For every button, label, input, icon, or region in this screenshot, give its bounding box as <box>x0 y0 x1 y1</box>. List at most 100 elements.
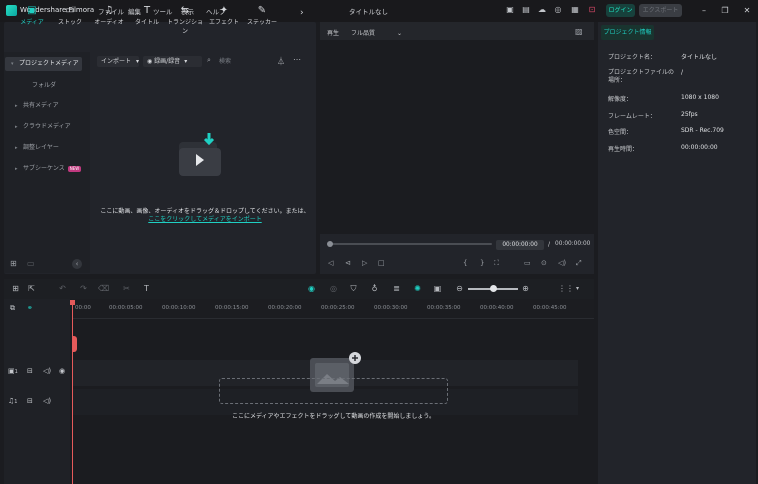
chevron-right-icon[interactable]: › <box>300 8 304 18</box>
record-label: 録画/録音 <box>154 58 181 65</box>
import-folder-icon[interactable] <box>176 130 224 178</box>
audio-track-icon: ♫1 <box>8 397 18 405</box>
collapse-sidebar-icon[interactable]: ‹ <box>72 259 82 269</box>
preview-area <box>320 40 594 234</box>
prev-frame-icon[interactable]: ◁ <box>328 259 333 267</box>
scrubber-handle[interactable] <box>327 241 333 247</box>
current-time[interactable]: 00:00:00:00 <box>496 240 544 250</box>
sidebar-item-cloud-media[interactable]: ▸ クラウドメディア <box>15 120 71 134</box>
stop-icon[interactable]: □ <box>378 259 385 267</box>
export-button[interactable]: エクスポート <box>639 4 682 17</box>
track-mute-icon[interactable]: ◁) <box>43 397 51 405</box>
grid-view-icon[interactable]: ⋮⋮ <box>558 283 574 294</box>
ruler-tick: 00:00:45:00 <box>533 305 567 311</box>
document-title: タイトルなし <box>349 8 388 16</box>
folder-icon[interactable]: ▭ <box>27 259 35 268</box>
cart-icon[interactable]: ⊡ <box>587 5 597 15</box>
import-media-link[interactable]: ここをクリックしてメディアをインポート <box>148 216 261 223</box>
filter-icon[interactable]: ⏃ <box>277 56 285 67</box>
save-icon[interactable]: ▣ <box>505 5 515 15</box>
cut-icon[interactable]: ✂ <box>121 283 132 294</box>
select-tool-icon[interactable]: ⇱ <box>26 283 37 294</box>
zoom-slider-handle[interactable] <box>490 285 497 292</box>
image-icon[interactable]: ▤ <box>521 5 531 15</box>
transition-icon: ⇆ <box>180 5 190 16</box>
tab-title-label: タイトル <box>134 19 159 26</box>
sidebar-item-adjustment-layer[interactable]: ▸ 調整レイヤー <box>15 141 59 155</box>
tab-title[interactable]: T タイトル <box>128 5 166 26</box>
ruler-tick: 00:00 <box>75 305 91 311</box>
track-folder-icon[interactable]: ⊟ <box>27 367 33 375</box>
zoom-out-icon[interactable]: ⊖ <box>454 283 465 294</box>
audio-mix-icon[interactable]: ≣ <box>391 283 402 294</box>
snapshot-icon[interactable]: ▨ <box>575 27 583 36</box>
delete-icon[interactable]: ⌫ <box>98 283 109 294</box>
sidebar-item-folder[interactable]: フォルダ <box>32 79 56 93</box>
play-icon[interactable]: ▷ <box>362 259 367 267</box>
new-folder-icon[interactable]: ⊞ <box>10 259 17 268</box>
shield-icon[interactable]: ⛉ <box>348 283 359 294</box>
more-options-icon[interactable]: ⋯ <box>293 55 301 64</box>
redo-icon[interactable]: ↷ <box>78 283 89 294</box>
tab-transition[interactable]: ⇆ トランジション <box>166 5 204 35</box>
camera-icon[interactable]: ⊙ <box>541 259 547 267</box>
tab-stock[interactable]: ▭ ストック <box>51 5 89 26</box>
info-value-file-location: / <box>681 69 684 76</box>
grid-icon[interactable]: ▦ <box>570 5 580 15</box>
microphone-icon[interactable]: ♁ <box>369 283 380 294</box>
zoom-in-icon[interactable]: ⊕ <box>520 283 531 294</box>
add-track-icon[interactable]: ⧉ <box>10 304 15 313</box>
track-visibility-icon[interactable]: ◉ <box>59 367 65 375</box>
search-icon: ⌕ <box>207 56 211 64</box>
cloud-icon[interactable]: ☁ <box>537 5 547 15</box>
support-icon[interactable]: ◎ <box>553 5 563 15</box>
link-icon[interactable]: ⚭ <box>27 304 33 312</box>
step-back-icon[interactable]: ⊲ <box>345 259 351 267</box>
volume-icon[interactable]: ◁) <box>558 259 566 267</box>
text-tool-icon[interactable]: T <box>141 283 152 294</box>
tab-sticker[interactable]: ✎ ステッカー <box>243 5 281 26</box>
chevron-down-icon[interactable]: ▾ <box>572 283 583 294</box>
track-headers <box>4 299 70 484</box>
playhead-handle[interactable] <box>70 300 75 305</box>
expand-icon[interactable]: ⤢ <box>576 259 582 268</box>
import-dropdown[interactable]: インポート ▾ <box>97 56 139 67</box>
tab-media[interactable]: ▣ メディア <box>13 5 51 26</box>
mark-in-icon[interactable]: { <box>463 259 467 267</box>
timeline-drop-zone[interactable] <box>219 378 448 404</box>
marker-icon[interactable]: ◎ <box>328 283 339 294</box>
tab-effect[interactable]: ✦ エフェクト <box>205 5 243 26</box>
login-button[interactable]: ログイン <box>606 4 635 17</box>
caret-down-icon: ▾ <box>11 61 14 67</box>
import-link-line: ここをクリックしてメディアをインポート <box>96 214 314 223</box>
record-dropdown[interactable]: ◉ 録画/録音 ▾ <box>143 56 202 67</box>
tab-media-label: メディア <box>20 19 44 26</box>
close-icon[interactable]: ✕ <box>740 4 754 17</box>
playhead-grip[interactable] <box>72 336 77 352</box>
layout-grid-icon[interactable]: ⊞ <box>10 283 21 294</box>
maximize-icon[interactable]: ❐ <box>718 4 732 17</box>
undo-icon[interactable]: ↶ <box>57 283 68 294</box>
track-folder-icon[interactable]: ⊟ <box>27 397 33 405</box>
fullscreen-fit-icon[interactable]: ⛶ <box>494 259 499 268</box>
playback-scrubber[interactable] <box>328 243 492 245</box>
tab-project-info[interactable]: プロジェクト情報 <box>601 25 654 40</box>
sidebar-item-shared-media[interactable]: ▸ 共有メディア <box>15 99 59 113</box>
playhead[interactable] <box>72 300 73 484</box>
snap-icon[interactable]: ✺ <box>412 283 423 294</box>
info-value-duration: 00:00:00:00 <box>681 144 718 151</box>
minimize-icon[interactable]: – <box>697 4 711 17</box>
smart-icon[interactable]: ◉ <box>306 283 317 294</box>
display-icon[interactable]: ▭ <box>524 259 531 267</box>
sidebar-item-label: クラウドメディア <box>23 123 71 130</box>
quality-dropdown[interactable]: フル品質 ⌄ <box>351 28 402 37</box>
search-input[interactable]: 検索 <box>219 56 231 65</box>
sidebar-item-project-media[interactable]: ▾ プロジェクトメディア <box>5 57 82 71</box>
info-label-duration: 再生時間： <box>608 146 639 153</box>
mark-out-icon[interactable]: } <box>480 259 484 267</box>
ruler-tick: 00:00:25:00 <box>321 305 355 311</box>
render-icon[interactable]: ▣ <box>432 283 443 294</box>
sidebar-item-subsequence[interactable]: ▸ サブシーケンス NEW <box>15 162 82 176</box>
track-mute-icon[interactable]: ◁) <box>43 367 51 375</box>
tab-audio[interactable]: ♫ オーディオ <box>90 5 128 26</box>
